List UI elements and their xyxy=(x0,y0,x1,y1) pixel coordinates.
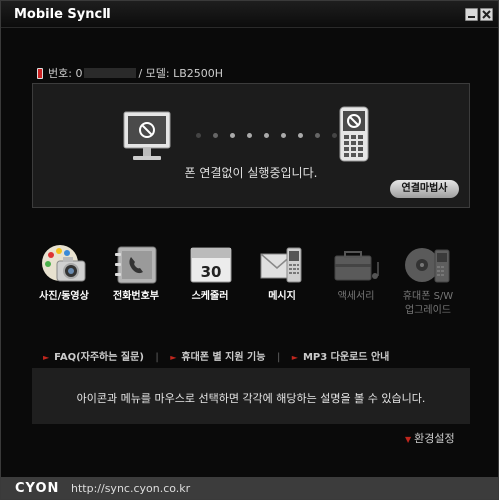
link-separator: | xyxy=(155,352,159,363)
calendar-icon: 30 xyxy=(190,247,232,283)
function-accessory: 액세서리 xyxy=(321,244,391,304)
link-mp3-download[interactable]: MP3 다운로드 안내 xyxy=(303,352,389,363)
progress-dot xyxy=(264,133,269,138)
message-icon xyxy=(260,247,302,283)
chevron-right-icon: ► xyxy=(291,353,298,362)
function-label: 메시지 xyxy=(268,291,296,302)
progress-dot xyxy=(332,133,337,138)
function-message[interactable]: 메시지 xyxy=(247,244,317,304)
chevron-right-icon: ► xyxy=(170,353,177,362)
photo-video-icon xyxy=(42,245,86,282)
help-description-box: 아이콘과 메뉴를 마우스로 선택하면 각각에 해당하는 설명을 볼 수 있습니다… xyxy=(32,368,470,424)
progress-dot xyxy=(281,133,286,138)
pc-disconnected-icon xyxy=(123,111,171,160)
function-label: 스케줄러 xyxy=(191,291,229,302)
app-title: Mobile SyncⅡ xyxy=(14,7,111,22)
phone-info: 번호: 0 / 모델: LB2500H xyxy=(37,65,223,81)
phone-disconnected-icon xyxy=(339,106,369,162)
accessory-icon xyxy=(334,251,379,281)
sw-upgrade-icon xyxy=(405,248,450,283)
brand-logo: CYON xyxy=(15,481,60,496)
function-label: 액세서리 xyxy=(337,291,375,302)
chevron-down-icon: ▼ xyxy=(405,435,412,444)
phone-number-label: 번호: 0 xyxy=(48,67,83,80)
connection-status-message: 폰 연결없이 실행중입니다. xyxy=(184,166,318,180)
label-line-1: 휴대폰 S/W xyxy=(402,291,454,302)
title-bar[interactable]: Mobile SyncⅡ xyxy=(1,1,498,28)
phone-indicator-icon xyxy=(37,68,43,79)
link-faq[interactable]: FAQ(자주하는 질문) xyxy=(54,352,144,363)
connection-status-panel: 폰 연결없이 실행중입니다. 연결마법사 xyxy=(32,83,470,208)
website-link[interactable]: http://sync.cyon.co.kr xyxy=(71,482,190,495)
phonebook-icon xyxy=(115,246,157,284)
progress-dot xyxy=(230,133,235,138)
label-line-2: 업그레이드 xyxy=(405,305,451,316)
progress-dot xyxy=(298,133,303,138)
function-phonebook[interactable]: 전화번호부 xyxy=(101,244,171,304)
function-sw-upgrade: 휴대폰 S/W 업그레이드 xyxy=(393,244,463,318)
settings-label: 환경설정 xyxy=(414,432,455,445)
link-separator: | xyxy=(276,352,281,363)
help-links: ► FAQ(자주하는 질문) | ► 휴대폰 별 지원 기능 | ► MP3 다운로드… xyxy=(43,348,389,363)
close-button[interactable] xyxy=(480,8,493,21)
function-label: 휴대폰 S/W 업그레이드 xyxy=(393,290,463,318)
progress-dot xyxy=(247,133,252,138)
function-label: 전화번호부 xyxy=(113,291,159,302)
progress-dot xyxy=(213,133,218,138)
function-photo-video[interactable]: 사진/동영상 xyxy=(29,244,99,304)
function-label: 사진/동영상 xyxy=(39,291,89,302)
function-scheduler[interactable]: 30 스케줄러 xyxy=(175,244,245,304)
close-icon xyxy=(482,10,491,19)
minimize-button[interactable] xyxy=(465,8,478,21)
masked-phone-number xyxy=(84,68,137,78)
progress-dot xyxy=(315,133,320,138)
calendar-day-text: 30 xyxy=(201,263,222,281)
progress-dot xyxy=(196,133,201,138)
app-window: Mobile SyncⅡ 번호: 0 / 모델: LB2500H 폰 연결없이 실… xyxy=(0,0,499,500)
chevron-right-icon: ► xyxy=(43,353,50,362)
phone-model: / 모델: LB2500H xyxy=(138,67,224,80)
settings-link[interactable]: ▼ 환경설정 xyxy=(405,430,455,446)
help-description-text: 아이콘과 메뉴를 마우스로 선택하면 각각에 해당하는 설명을 볼 수 있습니다… xyxy=(76,392,426,405)
footer-bar: CYON http://sync.cyon.co.kr xyxy=(1,477,498,499)
connection-wizard-button[interactable]: 연결마법사 xyxy=(390,180,459,198)
link-supported-features[interactable]: 휴대폰 별 지원 기능 xyxy=(181,352,265,363)
